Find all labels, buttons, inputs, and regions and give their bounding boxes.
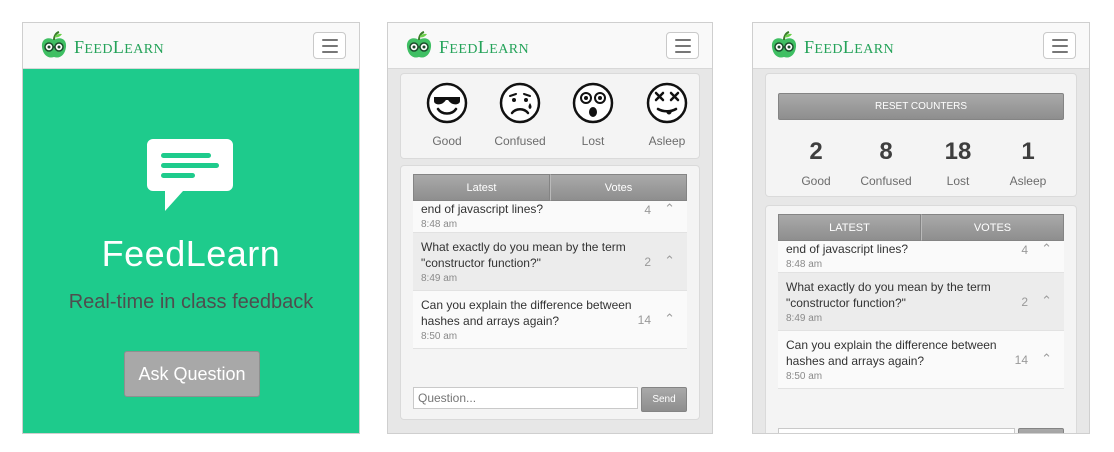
teacher-screen: FEEDLEARN RESET COUNTERS 2 Good 8 Confus… (752, 22, 1090, 434)
counter-lost: 18 Lost (944, 138, 972, 188)
vote-count: 2 (1021, 294, 1028, 309)
tab-votes[interactable]: VOTES (921, 214, 1064, 241)
menu-toggle-button[interactable] (313, 32, 346, 59)
counter-good: 2 Good (801, 138, 831, 188)
tab-votes[interactable]: Votes (550, 174, 687, 201)
counter-confused: 8 Confused (860, 138, 912, 188)
vote-count: 14 (637, 312, 651, 327)
brand-logo[interactable]: FEEDLEARN (38, 31, 164, 61)
brand-name: FEEDLEARN (439, 37, 529, 57)
upvote-icon[interactable]: ⌃ (1041, 241, 1052, 257)
mood-good[interactable]: Good (415, 82, 479, 148)
question-input[interactable] (413, 387, 638, 409)
apple-glasses-icon (406, 31, 432, 58)
sunglasses-face-icon (426, 82, 468, 124)
mood-confused[interactable]: Confused (488, 82, 552, 148)
navbar: FEEDLEARN (23, 23, 359, 69)
list-item: Can you explain the difference between h… (778, 331, 1064, 389)
worried-face-icon (499, 82, 541, 124)
apple-glasses-icon (41, 31, 67, 58)
list-item: end of javascript lines? 8:48 am 4 ⌃ (413, 201, 687, 233)
shocked-face-icon (572, 82, 614, 124)
upvote-icon[interactable]: ⌃ (664, 201, 675, 217)
question-tabs: LATEST VOTES (778, 214, 1064, 241)
chat-bubble-icon (147, 139, 233, 211)
apple-glasses-icon (771, 31, 797, 58)
navbar: FEEDLEARN (388, 23, 712, 69)
tab-latest[interactable]: LATEST (778, 214, 921, 241)
counter-asleep: 1 Asleep (1009, 138, 1047, 188)
questions-panel: LATEST VOTES end of javascript lines? 8:… (765, 205, 1077, 433)
list-item: What exactly do you mean by the term "co… (413, 233, 687, 291)
tab-latest[interactable]: Latest (413, 174, 550, 201)
vote-count: 4 (644, 203, 651, 217)
question-tabs: Latest Votes (413, 174, 687, 201)
vote-count: 4 (1021, 243, 1028, 257)
upvote-icon[interactable]: ⌃ (664, 253, 675, 269)
send-button[interactable]: Send (641, 387, 687, 412)
student-screen: FEEDLEARN Good Confused Lost Asleep Late… (387, 22, 713, 434)
question-list: end of javascript lines? 8:48 am 4 ⌃ Wha… (413, 201, 687, 349)
brand-logo[interactable]: FEEDLEARN (768, 31, 894, 61)
ask-question-button[interactable]: Ask Question (124, 351, 260, 397)
hero-title: FeedLearn (101, 233, 281, 274)
hero-subtitle: Real-time in class feedback (68, 291, 314, 313)
brand-name: FEEDLEARN (74, 37, 164, 57)
list-item: Can you explain the difference between h… (413, 291, 687, 349)
dizzy-face-icon (646, 82, 688, 124)
upvote-icon[interactable]: ⌃ (1041, 351, 1052, 367)
brand-name: FEEDLEARN (804, 37, 894, 57)
landing-screen: FEEDLEARN FeedLearn Real-time in class f… (22, 22, 360, 434)
brand-logo[interactable]: FEEDLEARN (403, 31, 529, 61)
question-form: Send (413, 387, 687, 412)
navbar: FEEDLEARN (753, 23, 1089, 69)
reset-counters-button[interactable]: RESET COUNTERS (778, 93, 1064, 120)
mood-selector: Good Confused Lost Asleep (400, 73, 700, 159)
questions-panel: Latest Votes end of javascript lines? 8:… (400, 165, 700, 420)
question-list: end of javascript lines? 8:48 am 4 ⌃ Wha… (778, 241, 1064, 389)
upvote-icon[interactable]: ⌃ (1041, 293, 1052, 309)
vote-count: 14 (1014, 352, 1028, 367)
list-item: end of javascript lines? 8:48 am 4 ⌃ (778, 241, 1064, 273)
menu-toggle-button[interactable] (1043, 32, 1076, 59)
upvote-icon[interactable]: ⌃ (664, 311, 675, 327)
question-input[interactable] (778, 428, 1015, 433)
counters-panel: RESET COUNTERS 2 Good 8 Confused 18 Lost… (765, 73, 1077, 197)
mood-lost[interactable]: Lost (561, 82, 625, 148)
list-item: What exactly do you mean by the term "co… (778, 273, 1064, 331)
menu-toggle-button[interactable] (666, 32, 699, 59)
send-button[interactable]: Send (1018, 428, 1064, 433)
question-form: Send (778, 428, 1064, 433)
mood-asleep[interactable]: Asleep (635, 82, 699, 148)
vote-count: 2 (644, 254, 651, 269)
